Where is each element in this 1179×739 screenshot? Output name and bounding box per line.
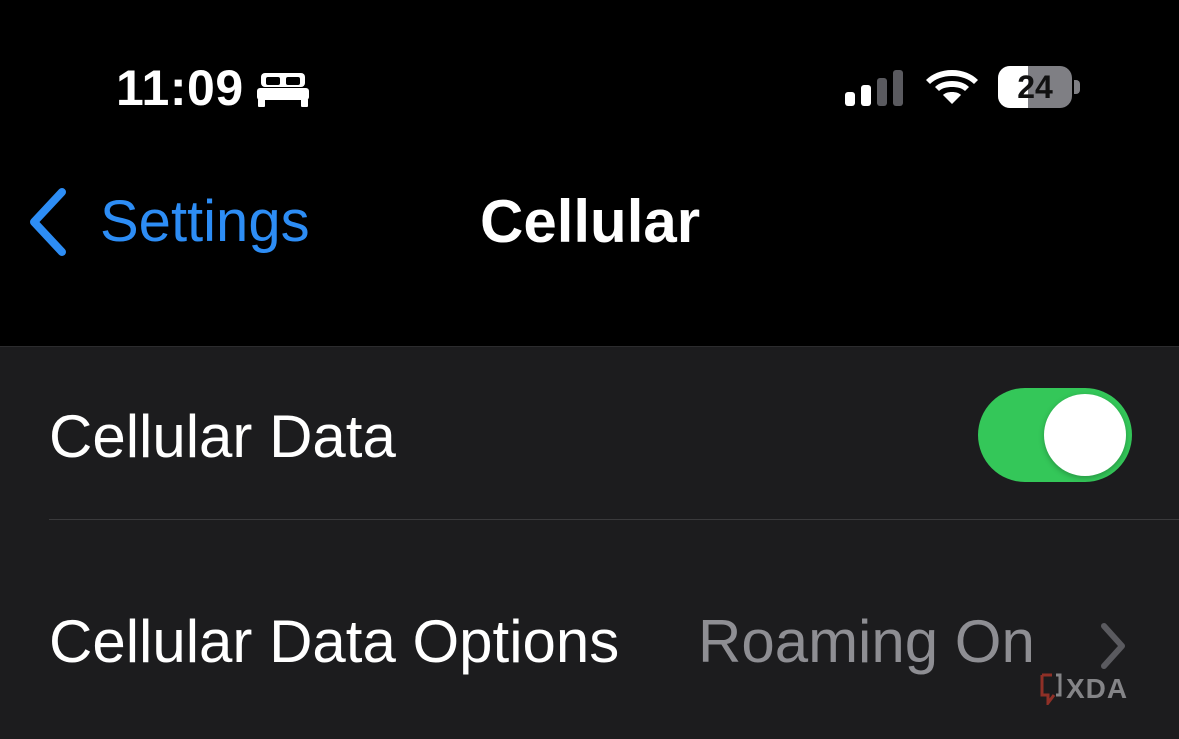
row-separator bbox=[49, 519, 1179, 520]
navigation-bar: Settings Cellular bbox=[0, 150, 1179, 346]
battery-percent: 24 bbox=[1017, 69, 1053, 105]
back-button[interactable]: Settings bbox=[22, 182, 310, 262]
battery-body: 24 bbox=[998, 66, 1072, 108]
cellular-signal-icon bbox=[845, 70, 903, 106]
toggle-knob bbox=[1044, 394, 1126, 476]
chevron-right-icon bbox=[1101, 623, 1125, 669]
page-title: Cellular bbox=[480, 188, 701, 255]
cellular-data-options-row[interactable]: Cellular Data Options Roaming On bbox=[0, 521, 1179, 739]
cellular-data-row: Cellular Data bbox=[0, 347, 1179, 520]
battery-tip bbox=[1074, 80, 1080, 94]
wifi-icon bbox=[926, 70, 978, 104]
roaming-status-value: Roaming On bbox=[698, 608, 1035, 675]
xda-watermark: XDA bbox=[1038, 672, 1148, 706]
bed-icon bbox=[257, 73, 309, 107]
status-bar: 11:09 24 bbox=[0, 0, 1179, 150]
xda-logo-icon bbox=[1040, 673, 1062, 705]
cellular-data-toggle[interactable] bbox=[978, 388, 1132, 482]
battery-indicator: 24 bbox=[998, 66, 1082, 108]
chevron-left-icon bbox=[30, 188, 66, 256]
watermark-text: XDA bbox=[1066, 673, 1129, 704]
cellular-data-options-label: Cellular Data Options bbox=[49, 608, 620, 675]
status-time: 11:09 bbox=[116, 60, 244, 116]
back-button-label: Settings bbox=[100, 189, 310, 254]
settings-group: Cellular Data Cellular Data Options Roam… bbox=[0, 346, 1179, 739]
cellular-settings-screen: 11:09 24 Settings Cellular Cellular Data… bbox=[0, 0, 1179, 739]
cellular-data-label: Cellular Data bbox=[49, 403, 396, 470]
